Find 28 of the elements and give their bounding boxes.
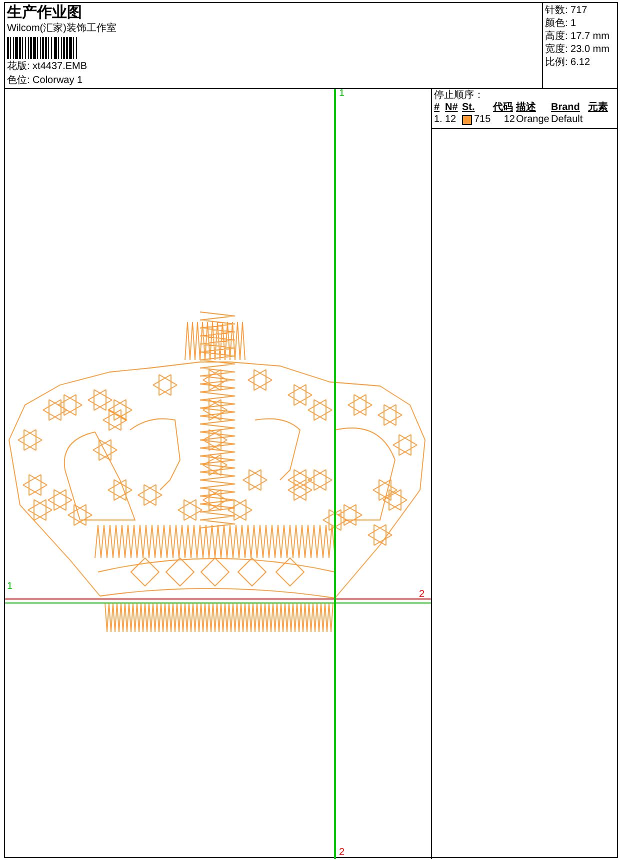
column-header: Brand [551,102,581,114]
table-cell: Orange [516,114,550,126]
sheet-title: 生产作业图 [7,4,83,21]
design-stat: 针数: 717 [545,5,588,17]
table-cell: 715 [474,114,491,126]
company-name: Wilcom(汇家)装饰工作室 [7,23,118,35]
axis-label: 1 [339,89,345,99]
table-cell-text: 1. [434,114,444,126]
colorway-label: 色位: Colorway 1 [7,75,84,87]
table-cell-text: Default [551,114,584,126]
column-header: N# [445,102,459,114]
column-header: 元素 [588,102,609,114]
table-cell-text: 12 [502,114,515,126]
design-stat: 高度: 17.7 mm [545,31,610,43]
stop-sequence-title: 停止顺序： [434,90,485,102]
design-stat: 颜色: 1 [545,18,578,30]
column-header: 代码 [493,102,514,114]
axis-label: 2 [419,590,425,600]
axis-label: 2 [339,848,345,858]
barcode-drawing [7,37,79,59]
axis-label: 1 [7,582,13,592]
column-header: St. [462,102,476,114]
design-file: 花版: xt4437.EMB [7,61,88,73]
design-stat: 宽度: 23.0 mm [545,44,610,56]
column-header: 描述 [516,102,537,114]
column-header: # [434,102,441,114]
design-stat: 比例: 6.12 [545,57,592,69]
table-cell-text: 12 [445,114,458,126]
